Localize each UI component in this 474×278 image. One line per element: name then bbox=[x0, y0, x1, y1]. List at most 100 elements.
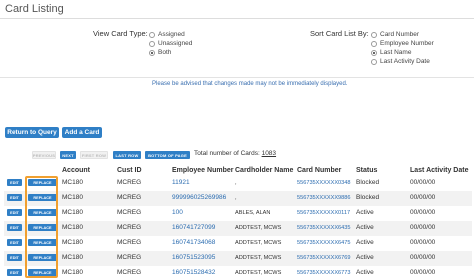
employee-number-link[interactable]: 160751523095 bbox=[172, 254, 215, 261]
return-to-query-button[interactable]: Return to Query bbox=[5, 127, 59, 138]
radio-icon[interactable] bbox=[371, 40, 377, 47]
card-number-link[interactable]: 556735XXXXXX6769 bbox=[297, 255, 351, 261]
cust-id-cell: MCREG bbox=[117, 224, 142, 231]
add-card-button[interactable]: Add a Card bbox=[62, 127, 102, 138]
total-count: 1083 bbox=[261, 150, 277, 157]
replace-button[interactable]: REPLACE bbox=[28, 224, 57, 231]
status-cell: Active bbox=[356, 239, 374, 246]
employee-number-link[interactable]: 11921 bbox=[172, 179, 190, 186]
last-row-button[interactable]: LAST ROW bbox=[113, 151, 141, 159]
last-activity-cell: 00/00/00 bbox=[410, 224, 436, 231]
cardholder-name-cell: ADDTEST, MCWS bbox=[235, 270, 282, 276]
account-cell: MC180 bbox=[62, 179, 83, 186]
table-row: EDIT REPLACE MC180 MCREG 160741727099 ADDTEST… bbox=[4, 221, 472, 236]
sort-option-card-number[interactable]: Card Number bbox=[371, 31, 419, 38]
account-cell: MC180 bbox=[62, 194, 83, 201]
replace-button[interactable]: REPLACE bbox=[28, 179, 57, 186]
col-card-number: Card Number bbox=[297, 167, 342, 174]
col-account: Account bbox=[62, 167, 90, 174]
col-employee-number: Employee Number bbox=[172, 167, 234, 174]
table-row: EDIT REPLACE MC180 MCREG 999996025269986, 556… bbox=[4, 191, 472, 206]
status-cell: Blocked bbox=[356, 194, 380, 201]
employee-number-link[interactable]: 160741734068 bbox=[172, 239, 215, 246]
status-cell: Active bbox=[356, 254, 374, 261]
employee-number-link[interactable]: 160751528432 bbox=[172, 269, 215, 276]
card-number-link[interactable]: 556735XXXXXX6475 bbox=[297, 240, 351, 246]
sort-option-label: Last Activity Date bbox=[380, 58, 430, 65]
card-number-link[interactable]: 556735XXXXXX0348 bbox=[297, 180, 351, 186]
sort-option-label: Card Number bbox=[380, 31, 420, 38]
sort-option-last-name[interactable]: Last Name bbox=[371, 49, 411, 56]
first-row-button[interactable]: FIRST ROW bbox=[80, 151, 108, 159]
view-option-label: Both bbox=[158, 49, 172, 56]
sort-option-label: Employee Number bbox=[380, 40, 434, 47]
cardholder-name-cell: ADDTEST, MCWS bbox=[235, 255, 282, 261]
cardholder-name-cell: ADDTEST, MCWS bbox=[235, 240, 282, 246]
page-title: Card Listing bbox=[5, 3, 64, 15]
last-activity-cell: 00/00/00 bbox=[410, 194, 436, 201]
replace-button[interactable]: REPLACE bbox=[28, 194, 57, 201]
sort-by-label: Sort Card List By: bbox=[310, 29, 369, 38]
radio-icon[interactable] bbox=[149, 40, 155, 47]
cust-id-cell: MCREG bbox=[117, 194, 142, 201]
last-activity-cell: 00/00/00 bbox=[410, 239, 436, 246]
edit-button[interactable]: EDIT bbox=[7, 194, 22, 201]
last-activity-cell: 00/00/00 bbox=[410, 179, 436, 186]
radio-icon[interactable] bbox=[149, 31, 155, 38]
edit-button[interactable]: EDIT bbox=[7, 224, 22, 231]
sort-option-last-activity[interactable]: Last Activity Date bbox=[371, 58, 430, 65]
radio-icon[interactable] bbox=[371, 31, 377, 38]
col-cardholder-name: Cardholder Name bbox=[235, 167, 294, 174]
radio-selected-icon[interactable] bbox=[371, 49, 377, 56]
view-card-type-label: View Card Type: bbox=[93, 29, 148, 38]
title-divider bbox=[0, 18, 474, 19]
previous-button[interactable]: PREVIOUS bbox=[32, 151, 56, 159]
view-option-both[interactable]: Both bbox=[149, 49, 171, 56]
cardholder-name-cell: , bbox=[235, 195, 237, 201]
view-option-assigned[interactable]: Assigned bbox=[149, 31, 185, 38]
cust-id-cell: MCREG bbox=[117, 254, 142, 261]
edit-button[interactable]: EDIT bbox=[7, 254, 22, 261]
employee-number-link[interactable]: 999996025269986 bbox=[172, 194, 226, 201]
sort-option-label: Last Name bbox=[380, 49, 412, 56]
table-row: EDIT REPLACE MC180 MCREG 100 ABLES, ALAN 55673… bbox=[4, 206, 472, 221]
last-activity-cell: 00/00/00 bbox=[410, 254, 436, 261]
account-cell: MC180 bbox=[62, 269, 83, 276]
replace-button[interactable]: REPLACE bbox=[28, 254, 57, 261]
edit-button[interactable]: EDIT bbox=[7, 179, 22, 186]
card-number-link[interactable]: 556735XXXXXX0117 bbox=[297, 210, 350, 216]
last-activity-cell: 00/00/00 bbox=[410, 209, 436, 216]
card-number-link[interactable]: 556735XXXXXX6435 bbox=[297, 225, 351, 231]
view-option-label: Assigned bbox=[158, 31, 185, 38]
notice-divider bbox=[0, 77, 474, 78]
col-cust-id: Cust ID bbox=[117, 167, 142, 174]
next-button[interactable]: NEXT bbox=[60, 151, 76, 159]
account-cell: MC180 bbox=[62, 254, 83, 261]
account-cell: MC180 bbox=[62, 209, 83, 216]
notice-text: Please be advised that changes made may … bbox=[152, 81, 348, 87]
view-option-unassigned[interactable]: Unassigned bbox=[149, 40, 192, 47]
last-activity-cell: 00/00/00 bbox=[410, 269, 436, 276]
replace-button[interactable]: REPLACE bbox=[28, 269, 57, 276]
edit-button[interactable]: EDIT bbox=[7, 269, 22, 276]
employee-number-link[interactable]: 100 bbox=[172, 209, 183, 216]
total-cards: Total number of Cards: 1083 bbox=[194, 150, 276, 157]
table-row: EDIT REPLACE MC180 MCREG 160751523095 ADDTEST… bbox=[4, 251, 472, 266]
cust-id-cell: MCREG bbox=[117, 209, 142, 216]
edit-button[interactable]: EDIT bbox=[7, 209, 22, 216]
view-option-label: Unassigned bbox=[158, 40, 193, 47]
replace-button[interactable]: REPLACE bbox=[28, 239, 57, 246]
cardholder-name-cell: , bbox=[235, 180, 237, 186]
card-number-link[interactable]: 556735XXXXXX9886 bbox=[297, 195, 351, 201]
col-last-activity-date: Last Activity Date bbox=[410, 167, 469, 174]
replace-button[interactable]: REPLACE bbox=[28, 209, 57, 216]
edit-button[interactable]: EDIT bbox=[7, 239, 22, 246]
card-number-link[interactable]: 556735XXXXXX6773 bbox=[297, 270, 351, 276]
sort-option-employee-number[interactable]: Employee Number bbox=[371, 40, 434, 47]
radio-selected-icon[interactable] bbox=[149, 49, 155, 56]
radio-icon[interactable] bbox=[371, 58, 377, 65]
cardholder-name-cell: ADDTEST, MCWS bbox=[235, 225, 282, 231]
total-label: Total number of Cards: bbox=[194, 150, 260, 157]
bottom-of-page-button[interactable]: BOTTOM OF PAGE bbox=[145, 151, 190, 159]
employee-number-link[interactable]: 160741727099 bbox=[172, 224, 215, 231]
